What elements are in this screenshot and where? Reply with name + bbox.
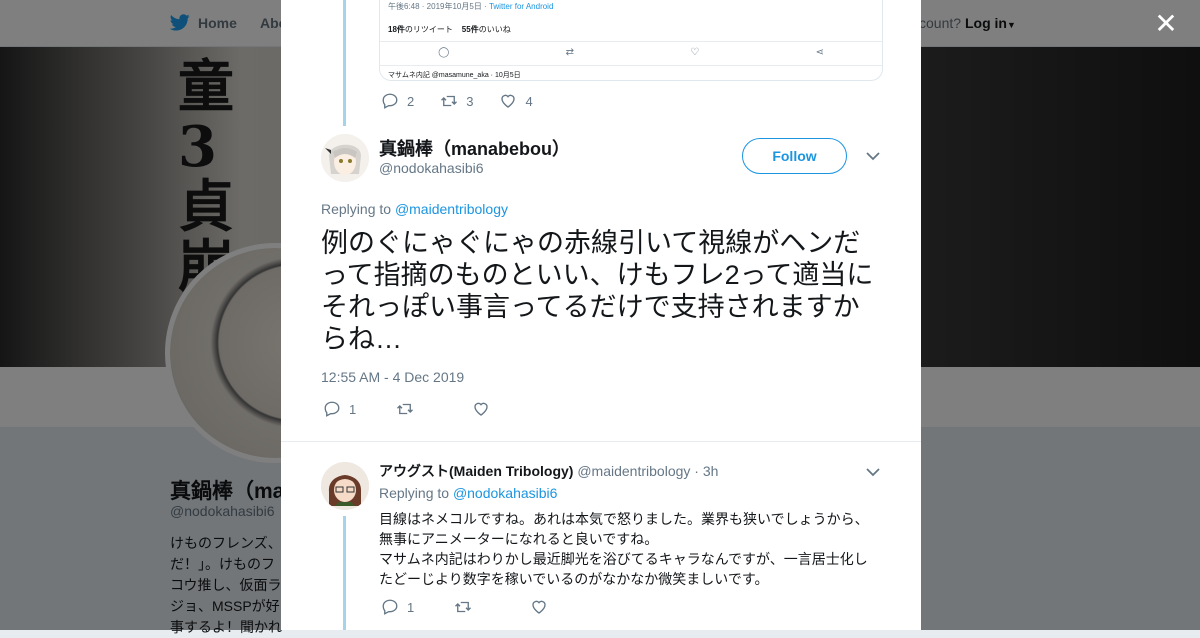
heart-icon: ♡ <box>690 47 700 58</box>
retweet-button[interactable]: 3 <box>440 92 473 110</box>
embed-meta: 午後6:48 · 2019年10月5日 · Twitter for Androi… <box>388 1 553 12</box>
reply-separator: · <box>690 463 703 479</box>
retweet-icon: ⇄ <box>565 47 574 58</box>
reply-button[interactable]: 1 <box>323 400 356 418</box>
reply-text: 目線はネメコルですね。あれは本気で怒りました。業界も狭いでしょうから、 無事にア… <box>379 509 879 589</box>
reply-tweet-actions: 1 <box>381 598 582 616</box>
replying-prefix: Replying to <box>379 485 453 501</box>
embed-actions: ◯ ⇄ ♡ ⋖ <box>380 47 882 58</box>
reply-icon <box>324 401 340 417</box>
reply-icon <box>382 599 398 615</box>
embed-retweets-num: 18件 <box>388 25 405 34</box>
like-button[interactable] <box>472 400 498 418</box>
embed-likes-num: 55件 <box>461 25 479 34</box>
main-tweet-actions: 1 <box>323 400 524 418</box>
thread-line <box>343 0 346 126</box>
replying-to: Replying to @maidentribology <box>321 201 508 217</box>
tweet-modal: 午後6:48 · 2019年10月5日 · Twitter for Androi… <box>281 0 921 630</box>
follow-button[interactable]: Follow <box>742 138 847 174</box>
divider <box>281 441 921 442</box>
share-icon: ⋖ <box>815 47 824 58</box>
reply-count: 2 <box>407 93 415 109</box>
reply-icon <box>382 93 398 109</box>
retweet-count: 3 <box>466 93 474 109</box>
retweet-button[interactable] <box>396 400 422 418</box>
embed-meta-text: 午後6:48 · 2019年10月5日 · <box>388 2 489 11</box>
like-button[interactable] <box>530 598 556 616</box>
author-avatar[interactable] <box>321 134 369 182</box>
heart-icon <box>501 94 516 108</box>
reply-timestamp[interactable]: 3h <box>703 463 719 479</box>
parent-tweet-actions: 2 3 4 <box>381 92 559 110</box>
reply-button[interactable]: 1 <box>381 598 414 616</box>
tweet-timestamp[interactable]: 12:55 AM - 4 Dec 2019 <box>321 369 464 385</box>
replying-to-link[interactable]: @nodokahasibi6 <box>453 485 558 501</box>
reply-button[interactable]: 2 <box>381 92 414 110</box>
thread-line <box>343 516 346 630</box>
reply-text-line: 無事にアニメーターになれると良いですね。 <box>379 531 659 547</box>
replying-prefix: Replying to <box>321 201 395 217</box>
reply-header: アウグスト(Maiden Tribology) @maidentribology… <box>379 461 718 481</box>
embed-meta-link: Twitter for Android <box>488 2 554 11</box>
close-icon[interactable]: ✕ <box>1152 10 1180 38</box>
reply-text-line: マサムネ内記はわりかし最近脚光を浴びてるキャラなんですが、一言居士化し <box>379 551 868 567</box>
embed-likes-label: のいいね <box>478 25 511 34</box>
embed-retweets-label: のリツイート <box>404 25 453 34</box>
reply-author-avatar[interactable] <box>321 462 369 510</box>
author-name[interactable]: 真鍋棒（manabebou） <box>379 135 570 161</box>
embedded-tweet-screenshot[interactable]: 午後6:48 · 2019年10月5日 · Twitter for Androi… <box>379 0 883 81</box>
heart-icon <box>532 600 546 614</box>
replying-to: Replying to @nodokahasibi6 <box>379 485 557 501</box>
replying-to-link[interactable]: @maidentribology <box>395 201 508 217</box>
retweet-icon <box>441 95 458 107</box>
reply-author-name[interactable]: アウグスト(Maiden Tribology) <box>379 463 573 479</box>
embed-next-tweet: マサムネ内記 @masamune_aka · 10月5日 <box>388 72 521 79</box>
reply-count: 1 <box>407 599 415 615</box>
retweet-button[interactable] <box>454 598 480 616</box>
divider <box>380 65 882 66</box>
reply-author-avatar-image <box>321 462 369 510</box>
divider <box>380 41 882 42</box>
retweet-icon <box>455 601 472 613</box>
tweet-text: 例のぐにゃぐにゃの赤線引いて視線がヘンだって指摘のものといい、けもフレ2って適当… <box>321 228 874 354</box>
like-count: 4 <box>525 93 533 109</box>
like-button[interactable]: 4 <box>499 92 533 110</box>
retweet-icon <box>397 403 414 415</box>
author-handle[interactable]: @nodokahasibi6 <box>379 160 484 176</box>
reply-text-line: たどーじより数字を稼いでいるのがなかなか微笑ましいです。 <box>379 571 769 587</box>
heart-icon <box>474 402 488 416</box>
reply-text-line: 目線はネメコルですね。あれは本気で怒りました。業界も狭いでしょうから、 <box>379 511 869 527</box>
embed-stats: 18件のリツイート 55件のいいね <box>388 24 511 35</box>
reply-author-handle[interactable]: @maidentribology <box>577 463 690 479</box>
reply-icon: ◯ <box>438 47 450 58</box>
chevron-down-icon[interactable] <box>866 464 880 480</box>
chevron-down-icon[interactable] <box>866 148 880 164</box>
author-avatar-image <box>321 134 369 182</box>
reply-count: 1 <box>349 401 357 417</box>
